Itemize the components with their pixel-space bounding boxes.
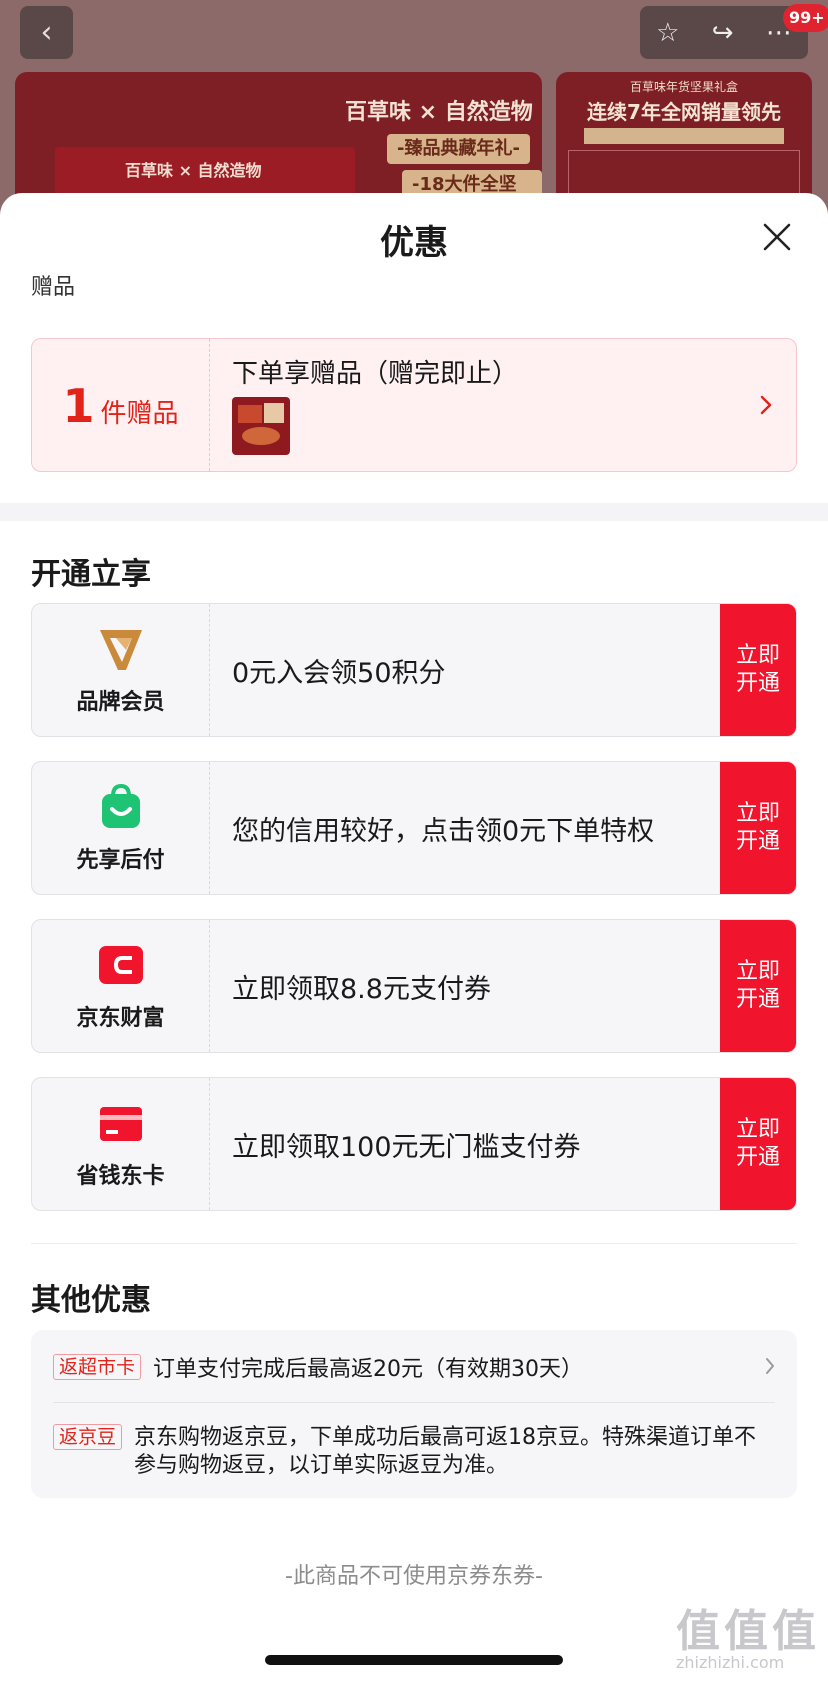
shopping-bag-icon [101, 783, 140, 828]
product-box-brand: 百草味 × 自然造物 [125, 161, 262, 180]
service-identity: 先享后付 [32, 762, 210, 894]
gift-count-block: 1 件赠品 [32, 339, 210, 471]
gift-section-label: 赠品 [31, 275, 76, 300]
service-description: 立即领取8.8元支付券 [232, 973, 491, 1005]
section-divider [0, 503, 828, 521]
open-now-button[interactable]: 立即开通 [720, 920, 796, 1052]
site-watermark: 值值值 [676, 1606, 820, 1657]
open-section-title: 开通立享 [31, 557, 151, 592]
gift-unit: 件赠品 [100, 399, 179, 429]
service-name: 品牌会员 [76, 690, 165, 715]
offers-sheet: 优惠 赠品 1 件赠品 下单享赠品（赠完即止） 开通立享 品牌会员 0元入会领5… [0, 193, 828, 1682]
divider [31, 1243, 797, 1244]
star-icon[interactable]: ☆ [656, 18, 679, 48]
sheet-title: 优惠 [380, 223, 448, 263]
saving-card[interactable]: 省钱东卡 立即领取100元无门槛支付券 立即开通 [31, 1077, 797, 1211]
offer-tag: 返超市卡 [53, 1354, 142, 1380]
gift-detail: 下单享赠品（赠完即止） [210, 339, 796, 471]
brand-v-icon [99, 630, 142, 670]
offer-row-jingdou: 返京豆 京东购物返京豆，下单成功后最高可返18京豆。特殊渠道订单不参与购物返豆，… [53, 1424, 775, 1480]
service-description: 0元入会领50积分 [232, 657, 446, 689]
banner2-subtitle: 百草味年货坚果礼盒 [629, 80, 738, 94]
notification-badge: 99+ [783, 4, 828, 32]
service-identity: 京东财富 [32, 920, 210, 1052]
home-indicator[interactable] [265, 1655, 563, 1665]
share-icon[interactable]: ↪ [712, 18, 734, 48]
close-icon[interactable] [762, 222, 792, 252]
offer-separator [53, 1402, 775, 1403]
banner2-ribbon [584, 128, 784, 144]
offer-row-supermarket[interactable]: 返超市卡 订单支付完成后最高返20元（有效期30天） [53, 1352, 775, 1382]
back-button[interactable]: ‹ [20, 6, 73, 59]
gift-thumbnail [232, 397, 290, 455]
banner-brand: 百草味 × 自然造物 [345, 100, 533, 125]
other-section-title: 其他优惠 [31, 1283, 151, 1318]
gift-card[interactable]: 1 件赠品 下单享赠品（赠完即止） [31, 338, 797, 472]
service-description: 您的信用较好，点击领0元下单特权 [232, 815, 655, 847]
service-name: 先享后付 [76, 848, 165, 873]
banner2-title: 连续7年全网销量领先 [587, 100, 781, 124]
chevron-right-icon [766, 1358, 774, 1374]
chevron-left-icon: ‹ [40, 15, 53, 50]
gift-description: 下单享赠品（赠完即止） [232, 359, 519, 389]
site-watermark-url: zhizhizhi.com [676, 1653, 785, 1672]
gift-count: 1 [62, 379, 95, 433]
open-now-button[interactable]: 立即开通 [720, 604, 796, 736]
service-name: 省钱东卡 [76, 1164, 165, 1189]
pay-later-card[interactable]: 先享后付 您的信用较好，点击领0元下单特权 立即开通 [31, 761, 797, 895]
jd-finance-card[interactable]: 京东财富 立即领取8.8元支付券 立即开通 [31, 919, 797, 1053]
coupon-footnote: -此商品不可使用京券东券- [285, 1564, 543, 1589]
other-offers-box: 返超市卡 订单支付完成后最高返20元（有效期30天） 返京豆 京东购物返京豆，下… [31, 1330, 797, 1498]
service-identity: 品牌会员 [32, 604, 210, 736]
service-name: 京东财富 [76, 1006, 165, 1031]
chevron-right-icon [760, 395, 772, 415]
offer-tag: 返京豆 [53, 1424, 123, 1450]
open-now-button[interactable]: 立即开通 [720, 762, 796, 894]
card-icon [99, 1107, 142, 1141]
service-identity: 省钱东卡 [32, 1078, 210, 1210]
service-description: 立即领取100元无门槛支付券 [232, 1131, 581, 1163]
banner-tag: -臻品典藏年礼- [387, 134, 530, 164]
membership-card[interactable]: 品牌会员 0元入会领50积分 立即开通 [31, 603, 797, 737]
wallet-icon [98, 946, 143, 984]
open-now-button[interactable]: 立即开通 [720, 1078, 796, 1210]
offer-text: 京东购物返京豆，下单成功后最高可返18京豆。特殊渠道订单不参与购物返豆，以订单实… [134, 1425, 757, 1478]
offer-text: 订单支付完成后最高返20元（有效期30天） [153, 1357, 584, 1382]
